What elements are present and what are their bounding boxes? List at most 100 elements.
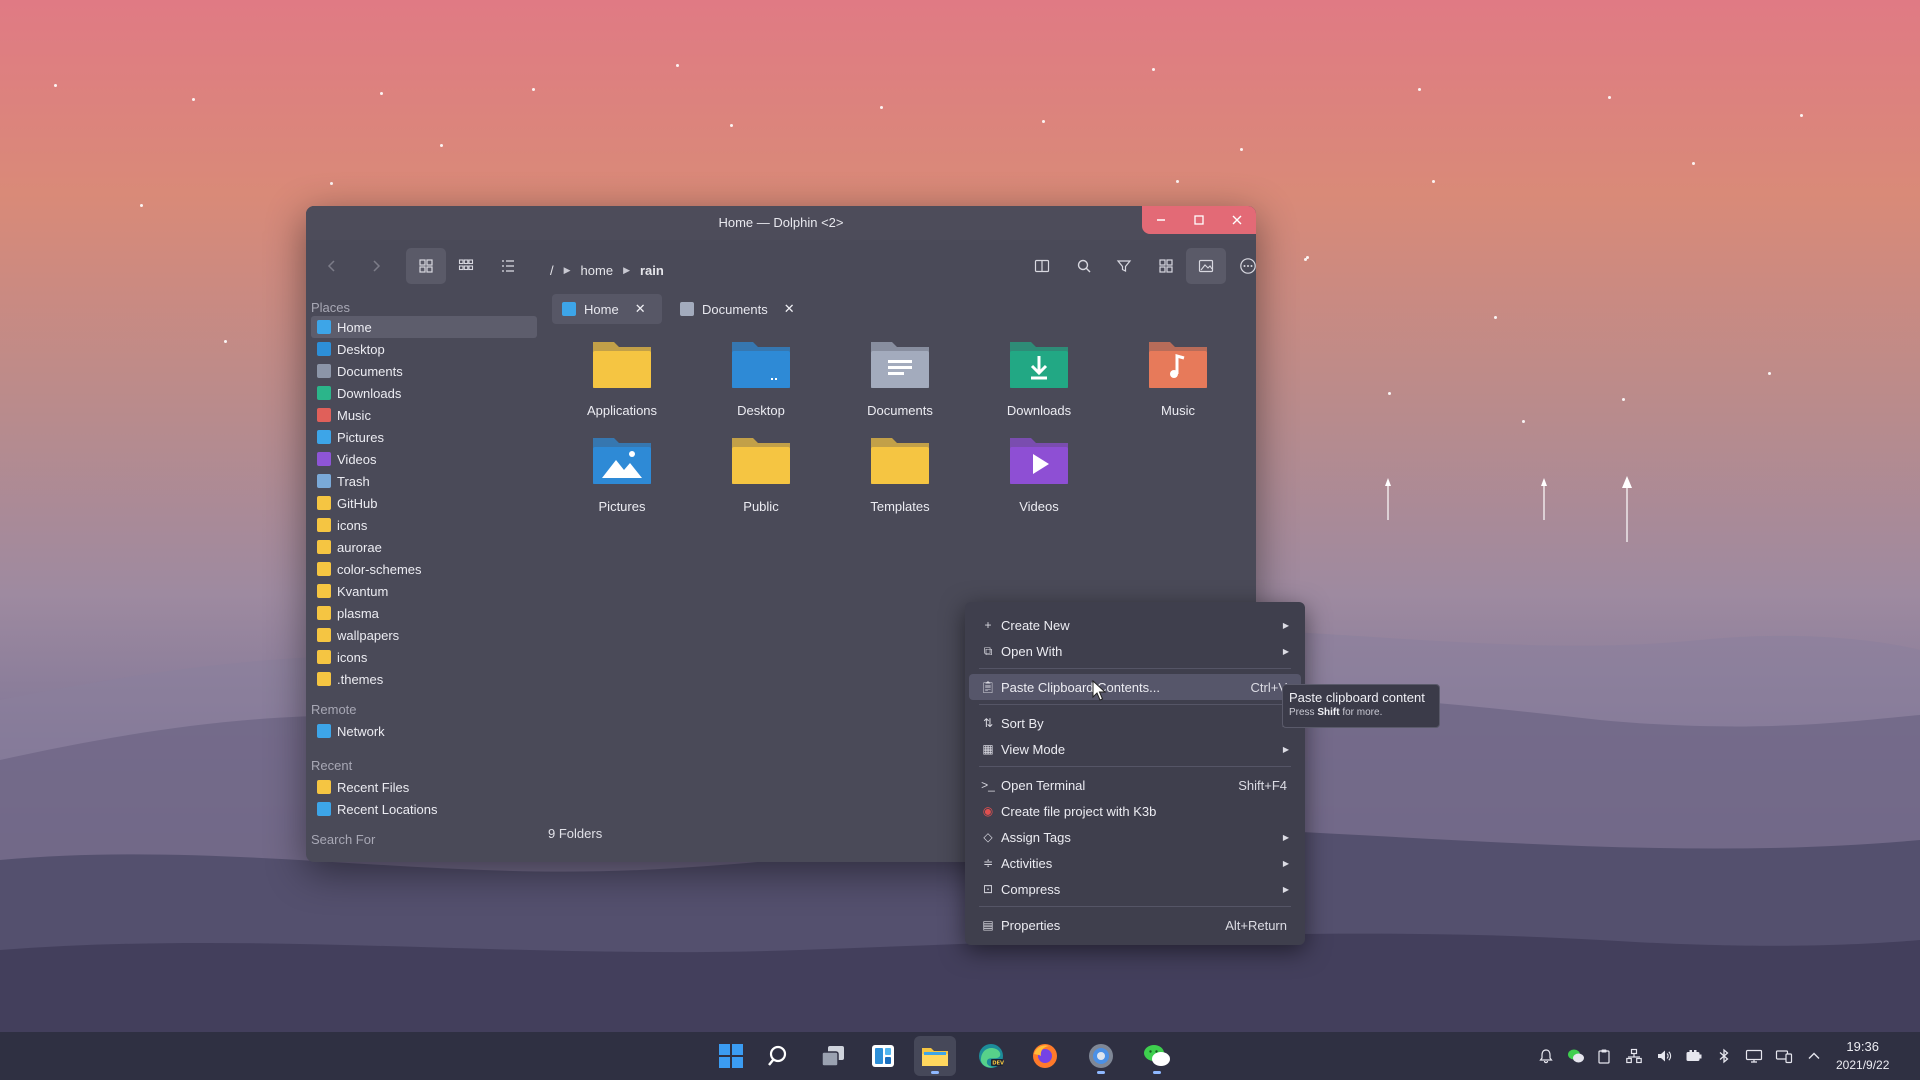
settings-button[interactable]	[1080, 1036, 1122, 1076]
sidebar-item-videos[interactable]: Videos	[311, 448, 537, 470]
sidebar-item-themes[interactable]: .themes	[311, 668, 537, 690]
bluetooth-tray-icon[interactable]	[1714, 1046, 1734, 1066]
remote-section-label: Remote	[311, 702, 357, 717]
sidebar-item-icons[interactable]: icons	[311, 514, 537, 536]
menu-button[interactable]	[1228, 248, 1256, 284]
sidebar-item-wallpapers[interactable]: wallpapers	[311, 624, 537, 646]
details-view-button[interactable]	[488, 248, 528, 284]
folder-item-applications[interactable]: Applications	[562, 336, 682, 418]
sidebar-item-icons[interactable]: icons	[311, 646, 537, 668]
forward-button[interactable]	[356, 248, 396, 284]
maximize-button[interactable]	[1180, 206, 1218, 234]
menu-item-create-new[interactable]: + Create New ▶	[969, 612, 1301, 638]
split-view-button[interactable]	[1022, 248, 1062, 284]
tab-home[interactable]: Home ✕	[552, 294, 662, 324]
menu-item-open-with[interactable]: ⧉ Open With ▶	[969, 638, 1301, 664]
sidebar-item-documents[interactable]: Documents	[311, 360, 537, 382]
menu-item-label: Create New	[1001, 617, 1070, 633]
close-tab-icon[interactable]: ✕	[784, 301, 795, 317]
icons-view-button[interactable]	[406, 248, 446, 284]
start-icon	[719, 1044, 743, 1068]
edge-dev-button[interactable]: DEV	[970, 1036, 1012, 1076]
menu-item-paste[interactable]: 📋︎ Paste Clipboard Contents... Ctrl+V	[969, 674, 1301, 700]
menu-item-shortcut: Alt+Return	[1225, 917, 1287, 933]
sidebar-item-trash[interactable]: Trash	[311, 470, 537, 492]
tab-label: Documents	[702, 301, 768, 317]
sidebar-item-network[interactable]: Network	[311, 720, 537, 742]
sidebar-item-downloads[interactable]: Downloads	[311, 382, 537, 404]
folder-item-label: Applications	[586, 403, 658, 418]
sidebar-item-plasma[interactable]: plasma	[311, 602, 537, 624]
folder-item-desktop[interactable]: Desktop	[701, 336, 821, 418]
sidebar-item-color-schemes[interactable]: color-schemes	[311, 558, 537, 580]
wechat-tray-icon[interactable]	[1566, 1046, 1586, 1066]
tab-documents[interactable]: Documents ✕	[670, 294, 795, 324]
sidebar-item-kvantum[interactable]: Kvantum	[311, 580, 537, 602]
sidebar-item-pictures[interactable]: Pictures	[311, 426, 537, 448]
clock-date: 2021/9/22	[1836, 1058, 1890, 1072]
folder-item-templates[interactable]: Templates	[840, 432, 960, 514]
preview-button[interactable]	[1186, 248, 1226, 284]
firefox-icon	[1033, 1044, 1057, 1068]
taskbar: DEV 19:36 2021/9/22	[0, 1032, 1920, 1080]
menu-item-activities[interactable]: ≑ Activities ▶	[969, 850, 1301, 876]
close-button[interactable]	[1218, 206, 1256, 234]
chevron-right-icon[interactable]: ▶	[564, 265, 571, 276]
search-button[interactable]	[1064, 248, 1104, 284]
sidebar-item-desktop[interactable]: Desktop	[311, 338, 537, 360]
kde-connect-tray-icon[interactable]	[1774, 1046, 1794, 1066]
folder-item-pictures[interactable]: Pictures	[562, 432, 682, 514]
folder-item-public[interactable]: Public	[701, 432, 821, 514]
clock[interactable]: 19:36 2021/9/22	[1836, 1038, 1889, 1074]
battery-tray-icon[interactable]	[1684, 1046, 1704, 1066]
minimize-button[interactable]	[1142, 206, 1180, 234]
sidebar-item-music[interactable]: Music	[311, 404, 537, 426]
wechat-button[interactable]	[1136, 1036, 1178, 1076]
menu-item-sort-by[interactable]: ⇅ Sort By ▶	[969, 710, 1301, 736]
file-manager-button[interactable]	[914, 1036, 956, 1076]
menu-item-open-terminal[interactable]: >_ Open Terminal Shift+F4	[969, 772, 1301, 798]
menu-item-k3b[interactable]: ◉ Create file project with K3b	[969, 798, 1301, 824]
sidebar-item-home[interactable]: Home	[311, 316, 537, 338]
menu-item-properties[interactable]: ▤ Properties Alt+Return	[969, 912, 1301, 938]
menu-item-compress[interactable]: ⊡ Compress ▶	[969, 876, 1301, 902]
clipboard-tray-icon[interactable]	[1594, 1046, 1614, 1066]
back-button[interactable]	[312, 248, 352, 284]
folder-item-documents[interactable]: Documents	[840, 336, 960, 418]
display-tray-icon[interactable]	[1744, 1046, 1764, 1066]
firefox-button[interactable]	[1024, 1036, 1066, 1076]
compact-view-button[interactable]	[446, 248, 486, 284]
sidebar-item-aurorae[interactable]: aurorae	[311, 536, 537, 558]
filter-button[interactable]	[1104, 248, 1144, 284]
menu-item-assign-tags[interactable]: ◇ Assign Tags ▶	[969, 824, 1301, 850]
folder-item-label: Pictures	[598, 499, 646, 514]
videos-icon	[317, 452, 331, 466]
task-view-button[interactable]	[812, 1036, 854, 1076]
grid-button[interactable]	[1146, 248, 1186, 284]
menu-item-label: View Mode	[1001, 741, 1066, 757]
sidebar-item-label: icons	[337, 649, 368, 665]
show-hidden-icons-button[interactable]	[1804, 1046, 1824, 1066]
volume-tray-icon[interactable]	[1654, 1046, 1674, 1066]
search-icon	[768, 1045, 787, 1066]
breadcrumb-root[interactable]: /	[550, 263, 554, 278]
start-button[interactable]	[710, 1036, 752, 1076]
folder-item-videos[interactable]: Videos	[979, 432, 1099, 514]
sidebar-item-recent-locations[interactable]: Recent Locations	[311, 798, 537, 820]
widgets-button[interactable]	[862, 1036, 904, 1076]
folder-item-music[interactable]: Music	[1118, 336, 1238, 418]
breadcrumb-current[interactable]: rain	[640, 263, 664, 278]
sidebar-item-label: Recent Files	[337, 779, 410, 795]
sidebar-item-recent-files[interactable]: Recent Files	[311, 776, 537, 798]
close-tab-icon[interactable]: ✕	[635, 301, 646, 317]
menu-item-view-mode[interactable]: ▦ View Mode ▶	[969, 736, 1301, 762]
network-tray-icon[interactable]	[1624, 1046, 1644, 1066]
home-folder-icon	[317, 320, 331, 334]
notifications-tray-icon[interactable]	[1536, 1046, 1556, 1066]
chevron-right-icon[interactable]: ▶	[623, 265, 630, 276]
taskbar-search-button[interactable]	[758, 1036, 800, 1076]
sidebar-item-github[interactable]: GitHub	[311, 492, 537, 514]
folder-item-downloads[interactable]: Downloads	[979, 336, 1099, 418]
title-bar[interactable]: Home — Dolphin <2>	[306, 206, 1256, 240]
breadcrumb-home[interactable]: home	[581, 263, 614, 278]
